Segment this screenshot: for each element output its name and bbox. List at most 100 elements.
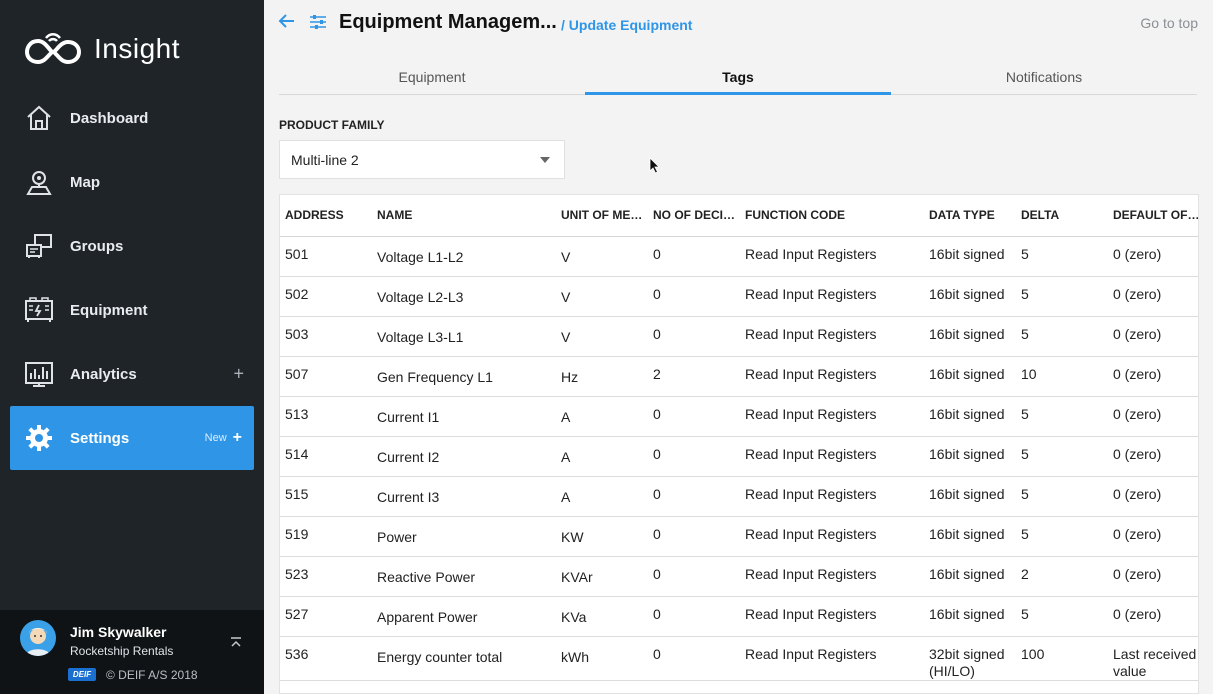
cell-function-code: Read Input Registers: [740, 236, 924, 277]
breadcrumb[interactable]: / Update Equipment: [561, 17, 692, 33]
cell-data-type: 16bit signed: [924, 356, 1016, 397]
cell-address: 527: [280, 596, 372, 637]
tab-equipment[interactable]: Equipment: [279, 60, 585, 94]
table-row[interactable]: 501 Voltage L1-L2 V 0 Read Input Registers 16…: [280, 236, 1198, 277]
user-organization: Rocketship Rentals: [70, 644, 174, 658]
column-header-name[interactable]: NAME: [372, 195, 556, 237]
cell-address: 507: [280, 356, 372, 397]
cell-unit: V: [556, 236, 648, 277]
cell-default-offset: Last received value: [1108, 636, 1198, 681]
cell-default-offset: 0 (zero): [1108, 276, 1198, 317]
cell-function-code: Read Input Registers: [740, 476, 924, 517]
sidebar-item-equipment[interactable]: Equipment: [0, 278, 264, 342]
cell-name: Voltage L1-L2: [372, 236, 556, 277]
cell-unit: V: [556, 276, 648, 317]
sidebar-item-dashboard[interactable]: Dashboard: [0, 86, 264, 150]
cell-address: 523: [280, 556, 372, 597]
gear-icon: [24, 423, 54, 453]
table-row[interactable]: 514 Current I2 A 0 Read Input Registers 16bit…: [280, 436, 1198, 477]
table-row[interactable]: 503 Voltage L3-L1 V 0 Read Input Registers 16…: [280, 316, 1198, 357]
cell-decimals: 0: [648, 680, 740, 693]
table-row[interactable]: 515 Current I3 A 0 Read Input Registers 16bit…: [280, 476, 1198, 517]
column-header-default-offset[interactable]: DEFAULT OFF...: [1108, 195, 1198, 237]
column-header-data-type[interactable]: DATA TYPE: [924, 195, 1016, 237]
cell-delta: 5: [1016, 396, 1108, 437]
cell-data-type: 16bit signed: [924, 276, 1016, 317]
chevron-down-icon: [540, 157, 550, 163]
sidebar-item-settings[interactable]: Settings New +: [10, 406, 254, 470]
cell-data-type: 16bit signed: [924, 436, 1016, 477]
table-row[interactable]: 527 Apparent Power KVa 0 Read Input Register…: [280, 596, 1198, 637]
cell-decimals: 0: [648, 276, 740, 317]
cell-function-code: Read Input Registers: [740, 436, 924, 477]
cell-name: Voltage L3-L1: [372, 316, 556, 357]
groups-icon: [24, 231, 54, 261]
cell-decimals: 0: [648, 516, 740, 557]
cell-data-type: 16bit signed: [924, 556, 1016, 597]
app-logo[interactable]: Insight: [24, 28, 180, 70]
cell-function-code: Read Input Registers: [740, 596, 924, 637]
column-header-function-code[interactable]: FUNCTION CODE: [740, 195, 924, 237]
avatar[interactable]: [20, 620, 56, 656]
cell-delta: 5: [1016, 236, 1108, 277]
column-header-unit[interactable]: UNIT OF MEA...: [556, 195, 648, 237]
settings-new-badge[interactable]: New +: [205, 429, 242, 447]
column-header-delta[interactable]: DELTA: [1016, 195, 1108, 237]
cell-delta: 5: [1016, 276, 1108, 317]
table-row[interactable]: 538 0Read Input Registers16bit signed20 (…: [280, 680, 1198, 693]
cell-delta: 5: [1016, 516, 1108, 557]
column-header-address[interactable]: ADDRESS: [280, 195, 372, 237]
cell-name: Voltage L2-L3: [372, 276, 556, 317]
cell-delta: 10: [1016, 356, 1108, 397]
user-name: Jim Skywalker: [70, 624, 167, 640]
go-to-top-link[interactable]: Go to top: [1140, 15, 1198, 31]
cell-decimals: 0: [648, 396, 740, 437]
cell-name: Apparent Power: [372, 596, 556, 637]
cell-name: [372, 680, 556, 693]
analytics-expand-icon[interactable]: +: [233, 364, 244, 385]
back-arrow-icon[interactable]: [278, 12, 296, 35]
equipment-icon: [24, 295, 54, 325]
cell-delta: 100: [1016, 636, 1108, 681]
deif-logo: DEIF: [68, 668, 96, 681]
cell-function-code: Read Input Registers: [740, 556, 924, 597]
cell-name: Current I2: [372, 436, 556, 477]
cell-function-code: Read Input Registers: [740, 276, 924, 317]
table-row[interactable]: 502 Voltage L2-L3 V 0 Read Input Registers 16…: [280, 276, 1198, 317]
cell-name: Energy counter total: [372, 636, 556, 681]
sliders-icon: [308, 13, 328, 36]
sidebar-nav: Dashboard Map Groups Equipment Analytics: [0, 86, 264, 470]
sidebar-item-label: Settings: [70, 429, 130, 447]
table-row[interactable]: 523 Reactive Power KVAr 0 Read Input Registe…: [280, 556, 1198, 597]
cell-unit: A: [556, 396, 648, 437]
table-row[interactable]: 507 Gen Frequency L1 Hz 2 Read Input Registe…: [280, 356, 1198, 397]
cell-decimals: 0: [648, 556, 740, 597]
sidebar-item-analytics[interactable]: Analytics +: [0, 342, 264, 406]
cell-unit: KVAr: [556, 556, 648, 597]
collapse-up-icon[interactable]: [230, 636, 242, 652]
product-family-label: PRODUCT FAMILY: [279, 118, 385, 132]
cell-data-type: 16bit signed: [924, 680, 1016, 693]
tab-tags[interactable]: Tags: [585, 60, 891, 95]
cell-name: Power: [372, 516, 556, 557]
cell-default-offset: 0 (zero): [1108, 396, 1198, 437]
cell-function-code: Read Input Registers: [740, 396, 924, 437]
sidebar-item-groups[interactable]: Groups: [0, 214, 264, 278]
product-family-select[interactable]: Multi-line 2: [279, 140, 565, 179]
cell-unit: A: [556, 476, 648, 517]
tab-notifications[interactable]: Notifications: [891, 60, 1197, 94]
sidebar-item-label: Analytics: [70, 365, 137, 383]
cell-name: Gen Frequency L1: [372, 356, 556, 397]
cell-address: 502: [280, 276, 372, 317]
sidebar-item-map[interactable]: Map: [0, 150, 264, 214]
cell-address: 503: [280, 316, 372, 357]
table-row[interactable]: 519 Power KW 0 Read Input Registers 16bit sig…: [280, 516, 1198, 557]
table-row[interactable]: 536 Energy counter total kWh 0 Read Input Re…: [280, 636, 1198, 681]
column-header-decimals[interactable]: NO OF DECIM...: [648, 195, 740, 237]
cell-data-type: 16bit signed: [924, 316, 1016, 357]
cell-decimals: 0: [648, 316, 740, 357]
product-family-value: Multi-line 2: [291, 151, 359, 168]
cell-delta: 5: [1016, 436, 1108, 477]
cell-default-offset: 0 (zero): [1108, 596, 1198, 637]
table-row[interactable]: 513 Current I1 A 0 Read Input Registers 16bit…: [280, 396, 1198, 437]
